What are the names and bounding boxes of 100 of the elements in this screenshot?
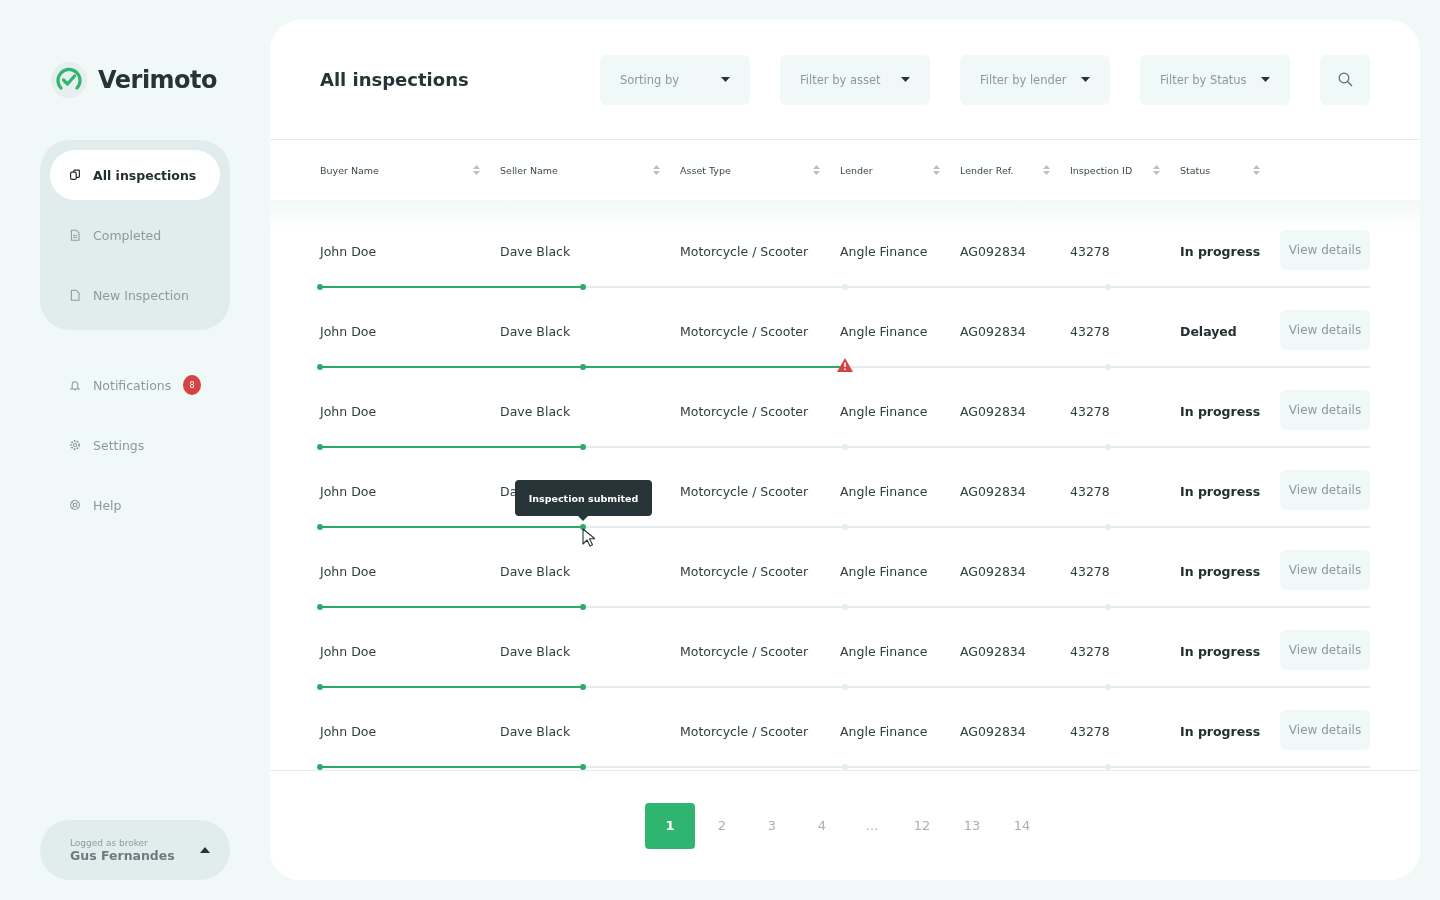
progress-step-dot[interactable]	[579, 444, 586, 450]
progress-step-dot[interactable]	[579, 684, 586, 690]
column-header[interactable]: Status	[1180, 164, 1211, 176]
buyer-name: John Doe	[320, 563, 377, 579]
seller-name: Dave Black	[500, 723, 571, 739]
asset-type: Motorcycle / Scooter	[680, 403, 809, 419]
sort-icon[interactable]	[813, 165, 820, 175]
progress-step-dot[interactable]	[1104, 444, 1111, 450]
column-header[interactable]: Seller Name	[500, 164, 558, 176]
column-header[interactable]: Buyer Name	[320, 164, 379, 176]
progress-step-dot[interactable]	[579, 764, 586, 770]
progress-step-dot[interactable]	[1104, 364, 1111, 370]
progress-step-dot[interactable]	[317, 764, 323, 770]
buyer-name: John Doe	[320, 323, 377, 339]
asset-type: Motorcycle / Scooter	[680, 563, 809, 579]
view-details-button[interactable]: View details	[1280, 310, 1370, 350]
progress-step-dot[interactable]	[1104, 604, 1111, 610]
view-details-button[interactable]: View details	[1280, 710, 1370, 750]
sort-icon[interactable]	[1043, 165, 1050, 175]
progress-step-dot[interactable]	[317, 684, 323, 690]
filter-dropdown[interactable]: Filter by Status	[1140, 54, 1290, 105]
progress-step-dot[interactable]	[1104, 284, 1111, 290]
progress-step-dot[interactable]	[317, 604, 323, 610]
progress-step-dot[interactable]	[1104, 764, 1111, 770]
sort-icon[interactable]	[1153, 165, 1160, 175]
column-header[interactable]: Lender Ref.	[960, 164, 1014, 176]
inspection-id: 43278	[1070, 723, 1110, 739]
page-button[interactable]: 12	[899, 802, 945, 849]
column-header[interactable]: Lender	[840, 164, 873, 176]
nav-item[interactable]: Notifications 8	[50, 360, 220, 410]
seller-name: Dave Black	[500, 563, 571, 579]
progress-step-dot[interactable]	[579, 604, 586, 610]
view-details-button[interactable]: View details	[1280, 390, 1370, 430]
page-button[interactable]: 2	[699, 802, 745, 849]
nav-item[interactable]: New Inspection	[50, 270, 220, 320]
progress-step-dot[interactable]	[317, 444, 323, 450]
tooltip: Inspection submited	[515, 480, 652, 516]
view-details-button[interactable]: View details	[1280, 550, 1370, 590]
buyer-name: John Doe	[320, 243, 377, 259]
progress-step-dot[interactable]	[1104, 684, 1111, 690]
column-header[interactable]: Asset Type	[680, 164, 731, 176]
lender-ref: AG092834	[960, 563, 1026, 579]
filter-dropdown[interactable]: Sorting by	[600, 54, 750, 105]
progress-step-dot[interactable]	[842, 524, 848, 530]
page-button[interactable]: 1	[645, 802, 695, 849]
lender-name: Angle Finance	[840, 403, 928, 419]
view-details-button[interactable]: View details	[1280, 230, 1370, 270]
lender-name: Angle Finance	[840, 243, 928, 259]
progress-step-dot[interactable]	[317, 524, 323, 530]
nav-item[interactable]: Settings	[50, 420, 220, 470]
sort-icon[interactable]	[1253, 165, 1260, 175]
page-button[interactable]: ...	[849, 802, 895, 849]
asset-type: Motorcycle / Scooter	[680, 643, 809, 659]
notification-badge: 8	[183, 375, 201, 395]
filter-dropdown[interactable]: Filter by asset	[780, 54, 930, 105]
nav-item[interactable]: Help	[50, 480, 220, 530]
account-menu[interactable]: Logged as broker Gus Fernandes	[40, 820, 230, 880]
brand-name: Verimoto	[98, 66, 218, 94]
inspection-id: 43278	[1070, 323, 1110, 339]
caret-up-icon	[200, 847, 210, 853]
seller-name: Dave Black	[500, 243, 571, 259]
lender-name: Angle Finance	[840, 483, 928, 499]
seller-name: Dave Black	[500, 323, 571, 339]
nav-item[interactable]: Completed	[50, 210, 220, 260]
progress-step-dot[interactable]	[842, 604, 848, 610]
sort-icon[interactable]	[653, 165, 660, 175]
progress-step-dot[interactable]	[1104, 524, 1111, 530]
page-button[interactable]: 4	[799, 802, 845, 849]
view-details-button[interactable]: View details	[1280, 470, 1370, 510]
page-button[interactable]: 3	[749, 802, 795, 849]
view-details-button[interactable]: View details	[1280, 630, 1370, 670]
progress-step-dot[interactable]	[579, 284, 586, 290]
progress-step-dot[interactable]	[317, 364, 323, 370]
sort-icon[interactable]	[933, 165, 940, 175]
caret-icon	[1081, 77, 1090, 82]
progress-step-dot[interactable]	[842, 284, 848, 290]
progress-step-dot[interactable]	[317, 284, 323, 290]
lender-ref: AG092834	[960, 323, 1026, 339]
column-header[interactable]: Inspection ID	[1070, 164, 1133, 176]
filter-dropdown[interactable]: Filter by lender	[960, 54, 1110, 105]
search-icon	[1337, 72, 1353, 87]
nav-item[interactable]: All inspections	[50, 150, 220, 200]
sort-icon[interactable]	[473, 165, 480, 175]
search-button[interactable]	[1320, 54, 1370, 105]
buyer-name: John Doe	[320, 483, 377, 499]
progress-step-dot[interactable]	[842, 764, 848, 770]
progress-step-dot[interactable]	[579, 364, 586, 370]
asset-type: Motorcycle / Scooter	[680, 323, 809, 339]
account-caption: Logged as broker	[70, 837, 149, 848]
inspection-id: 43278	[1070, 483, 1110, 499]
lender-ref: AG092834	[960, 723, 1026, 739]
caret-icon	[1261, 77, 1270, 82]
progress-step-dot[interactable]	[842, 684, 848, 690]
lender-name: Angle Finance	[840, 323, 928, 339]
page-button[interactable]: 13	[949, 802, 995, 849]
status-label: In progress	[1180, 723, 1261, 739]
progress-step-dot[interactable]	[842, 444, 848, 450]
lender-name: Angle Finance	[840, 643, 928, 659]
lender-ref: AG092834	[960, 643, 1026, 659]
page-button[interactable]: 14	[999, 802, 1045, 849]
